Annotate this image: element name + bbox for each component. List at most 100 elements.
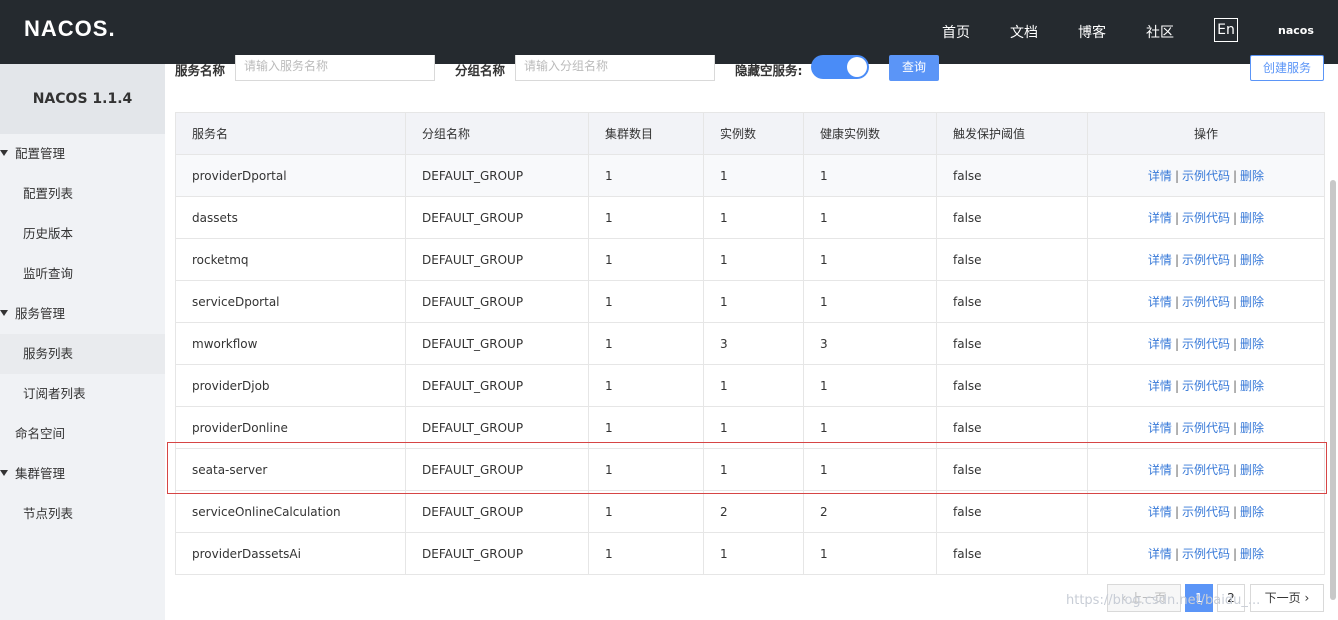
separator: | — [1233, 295, 1238, 309]
table-cell: DEFAULT_GROUP — [405, 532, 589, 575]
separator: | — [1174, 547, 1179, 561]
sample-code-link[interactable]: 示例代码 — [1182, 421, 1230, 435]
column-header[interactable]: 服务名 — [175, 112, 406, 155]
sidebar: NACOS 1.1.4 配置管理 配置列表 历史版本 监听查询 服务管理 服务列… — [0, 64, 165, 620]
table-cell: 1 — [588, 238, 704, 281]
table-cell: DEFAULT_GROUP — [405, 154, 589, 197]
operations-cell: 详情 | 示例代码 | 删除 — [1087, 490, 1325, 533]
column-header[interactable]: 分组名称 — [405, 112, 589, 155]
sample-code-link[interactable]: 示例代码 — [1182, 505, 1230, 519]
sample-code-link[interactable]: 示例代码 — [1182, 295, 1230, 309]
table-cell: false — [936, 532, 1088, 575]
sidebar-item-listener-query[interactable]: 监听查询 — [0, 254, 165, 294]
table-cell: 1 — [803, 406, 937, 449]
table-cell: 1 — [588, 196, 704, 239]
sidebar-title: NACOS 1.1.4 — [0, 64, 165, 134]
sidebar-item-service-management[interactable]: 服务管理 — [0, 294, 165, 334]
sidebar-item-subscriber-list[interactable]: 订阅者列表 — [0, 374, 165, 414]
column-header[interactable]: 健康实例数 — [803, 112, 937, 155]
caret-down-icon — [0, 150, 8, 156]
sidebar-item-namespace[interactable]: 命名空间 — [0, 414, 165, 454]
next-page-label: 下一页 — [1264, 591, 1301, 605]
delete-link[interactable]: 删除 — [1240, 463, 1264, 477]
sidebar-item-history[interactable]: 历史版本 — [0, 214, 165, 254]
operations-cell: 详情 | 示例代码 | 删除 — [1087, 364, 1325, 407]
nav-blog[interactable]: 博客 — [1078, 22, 1106, 42]
language-switch-button[interactable]: En — [1214, 18, 1238, 42]
table-cell: false — [936, 196, 1088, 239]
detail-link[interactable]: 详情 — [1148, 379, 1172, 393]
table-cell: DEFAULT_GROUP — [405, 406, 589, 449]
table-cell: 1 — [703, 448, 804, 491]
detail-link[interactable]: 详情 — [1148, 547, 1172, 561]
delete-link[interactable]: 删除 — [1240, 211, 1264, 225]
detail-link[interactable]: 详情 — [1148, 421, 1172, 435]
table-cell: DEFAULT_GROUP — [405, 322, 589, 365]
nacos-logo[interactable]: NACOS. — [24, 16, 116, 42]
sample-code-link[interactable]: 示例代码 — [1182, 211, 1230, 225]
table-row: providerDportal DEFAULT_GROUP 1 1 1 false 详情 | 示… — [175, 154, 1325, 197]
table-cell: mworkflow — [175, 322, 406, 365]
detail-link[interactable]: 详情 — [1148, 295, 1172, 309]
table-cell: DEFAULT_GROUP — [405, 448, 589, 491]
table-row: dassets DEFAULT_GROUP 1 1 1 false 详情 | 示例代码 | 删除 — [175, 196, 1325, 239]
table-cell: 1 — [588, 322, 704, 365]
detail-link[interactable]: 详情 — [1148, 169, 1172, 183]
delete-link[interactable]: 删除 — [1240, 547, 1264, 561]
detail-link[interactable]: 详情 — [1148, 211, 1172, 225]
delete-link[interactable]: 删除 — [1240, 337, 1264, 351]
sample-code-link[interactable]: 示例代码 — [1182, 547, 1230, 561]
next-page-button[interactable]: 下一页 › — [1250, 584, 1324, 612]
table-cell: 1 — [703, 196, 804, 239]
separator: | — [1233, 463, 1238, 477]
table-cell: 2 — [803, 490, 937, 533]
detail-link[interactable]: 详情 — [1148, 505, 1172, 519]
sidebar-item-config-list[interactable]: 配置列表 — [0, 174, 165, 214]
nav-home[interactable]: 首页 — [942, 22, 970, 42]
delete-link[interactable]: 删除 — [1240, 295, 1264, 309]
table-cell: 1 — [703, 406, 804, 449]
sidebar-item-cluster-management[interactable]: 集群管理 — [0, 454, 165, 494]
column-header[interactable]: 实例数 — [703, 112, 804, 155]
column-header[interactable]: 触发保护阈值 — [936, 112, 1088, 155]
current-user[interactable]: nacos — [1278, 24, 1314, 37]
sample-code-link[interactable]: 示例代码 — [1182, 379, 1230, 393]
nav-community[interactable]: 社区 — [1146, 22, 1174, 42]
table-cell: DEFAULT_GROUP — [405, 280, 589, 323]
delete-link[interactable]: 删除 — [1240, 421, 1264, 435]
delete-link[interactable]: 删除 — [1240, 169, 1264, 183]
service-name-label: 服务名称 — [175, 63, 226, 78]
separator: | — [1174, 505, 1179, 519]
separator: | — [1233, 505, 1238, 519]
sidebar-item-label: 订阅者列表 — [23, 386, 86, 401]
nav-docs[interactable]: 文档 — [1010, 22, 1038, 42]
delete-link[interactable]: 删除 — [1240, 505, 1264, 519]
delete-link[interactable]: 删除 — [1240, 253, 1264, 267]
service-table: 服务名 分组名称 集群数目 实例数 健康实例数 触发保护阈值 操作 provid… — [175, 112, 1325, 575]
sample-code-link[interactable]: 示例代码 — [1182, 253, 1230, 267]
sample-code-link[interactable]: 示例代码 — [1182, 337, 1230, 351]
table-row: rocketmq DEFAULT_GROUP 1 1 1 false 详情 | 示例代码 | 删除 — [175, 238, 1325, 281]
table-cell: false — [936, 238, 1088, 281]
table-cell: serviceDportal — [175, 280, 406, 323]
table-row: seata-server DEFAULT_GROUP 1 1 1 false 详情 | 示例代码… — [175, 448, 1325, 491]
query-button[interactable]: 查询 — [889, 55, 939, 81]
service-name-input[interactable]: 请输入服务名称 — [235, 55, 435, 81]
hide-empty-toggle[interactable] — [811, 55, 869, 79]
sample-code-link[interactable]: 示例代码 — [1182, 463, 1230, 477]
table-row: providerDjob DEFAULT_GROUP 1 1 1 false 详情 | 示例代码… — [175, 364, 1325, 407]
sidebar-item-node-list[interactable]: 节点列表 — [0, 494, 165, 534]
create-service-button[interactable]: 创建服务 — [1250, 55, 1324, 81]
delete-link[interactable]: 删除 — [1240, 379, 1264, 393]
sidebar-item-service-list[interactable]: 服务列表 — [0, 334, 165, 374]
detail-link[interactable]: 详情 — [1148, 253, 1172, 267]
detail-link[interactable]: 详情 — [1148, 337, 1172, 351]
sidebar-item-config-management[interactable]: 配置管理 — [0, 134, 165, 174]
column-header[interactable]: 集群数目 — [588, 112, 704, 155]
scrollbar[interactable] — [1330, 180, 1336, 600]
sidebar-item-label: 服务管理 — [15, 306, 66, 321]
sidebar-item-label: 命名空间 — [15, 426, 66, 441]
sample-code-link[interactable]: 示例代码 — [1182, 169, 1230, 183]
group-name-input[interactable]: 请输入分组名称 — [515, 55, 715, 81]
detail-link[interactable]: 详情 — [1148, 463, 1172, 477]
